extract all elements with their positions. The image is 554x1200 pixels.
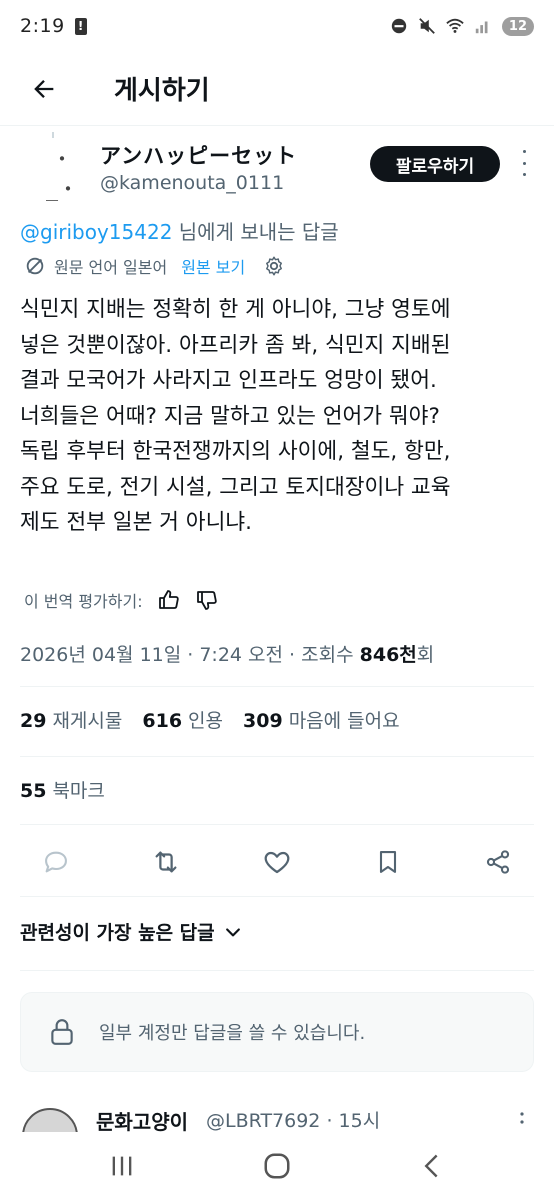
more-options-icon[interactable] (520, 1110, 524, 1132)
post-line: 식민지 지배는 정확히 한 게 아니야, 그냥 영토에 (20, 297, 451, 322)
heart-icon (264, 851, 290, 874)
share-button[interactable] (476, 840, 520, 884)
thumbs-down-icon[interactable] (195, 588, 219, 612)
recent-apps-button[interactable] (102, 1146, 142, 1186)
follow-button[interactable]: 팔로우하기 (370, 146, 500, 182)
gear-icon[interactable] (263, 255, 285, 277)
share-icon (486, 850, 510, 874)
divider (20, 896, 534, 897)
mute-icon (419, 18, 435, 34)
reposts-label: 재게시물 (52, 710, 123, 732)
reply-sort-dropdown[interactable]: 관련성이 가장 높은 답글 (20, 918, 243, 945)
author-handle[interactable]: @kamenouta_0111 (100, 172, 284, 194)
divider (20, 970, 534, 971)
post-line: 제도 전부 일본 거 아니냐. (20, 510, 252, 535)
post-line: 주요 도로, 전기 시설, 그리고 토지대장이나 교육 (20, 474, 451, 500)
wifi-icon (446, 18, 464, 33)
post-author: ・_・ アンハッピーセット @kamenouta_0111 팔로우하기 (0, 132, 554, 204)
status-bar: 2:19 ! 12 (0, 0, 554, 52)
post-line: 독립 후부터 한국전쟁까지의 사이에, 철도, 항만, (20, 439, 451, 464)
home-icon (264, 1153, 290, 1179)
rate-translation: 이 번역 평가하기: (24, 588, 219, 612)
thread-line (52, 132, 54, 138)
page-title: 게시하기 (114, 76, 210, 106)
post-line: 너희들은 어때? 지금 말하고 있는 언어가 뭐야? (20, 403, 440, 429)
notification-count-badge: 12 (501, 16, 534, 36)
reply-item[interactable]: 문화고양이 @LBRT7692 · 15시 (0, 1102, 554, 1132)
engagement-stats: 29 재게시물 616 인용 309 마음에 들어요 (20, 706, 400, 733)
quotes-stat[interactable]: 616 인용 (142, 706, 223, 733)
reply-icon (45, 851, 67, 873)
post-date: 2026년 04월 11일 · 7:24 오전 · 조회수 (20, 644, 360, 666)
divider (20, 686, 534, 687)
reply-author-name[interactable]: 문화고양이 (96, 1106, 188, 1132)
more-options-icon[interactable] (514, 150, 534, 176)
reply-sort-label: 관련성이 가장 높은 답글 (20, 922, 215, 944)
lock-icon (51, 1019, 73, 1045)
do-not-disturb-icon (391, 18, 407, 34)
rate-translation-label: 이 번역 평가하기: (24, 592, 143, 611)
post-actions (0, 840, 554, 884)
post-timestamp: 2026년 04월 11일 · 7:24 오전 · 조회수 846천회 (20, 640, 434, 667)
show-original-link[interactable]: 원본 보기 (181, 254, 245, 278)
reply-restriction-text: 일부 계정만 답글을 쓸 수 있습니다. (99, 1023, 366, 1044)
chevron-left-icon (424, 1154, 438, 1178)
arrow-left-icon (34, 79, 54, 98)
signal-icon (475, 21, 488, 34)
reply-context-label: 님에게 보내는 답글 (172, 220, 339, 244)
view-count[interactable]: 846천 (360, 644, 417, 666)
likes-label: 마음에 들어요 (288, 710, 400, 732)
reply-restriction-notice: 일부 계정만 답글을 쓸 수 있습니다. (20, 992, 534, 1072)
home-button[interactable] (257, 1146, 297, 1186)
avatar[interactable] (22, 1108, 78, 1132)
reply-mention-link[interactable]: @giriboy15422 (20, 220, 172, 244)
divider (20, 756, 534, 757)
repost-icon (155, 851, 177, 873)
thumbs-up-icon[interactable] (157, 588, 181, 612)
reply-author-meta: @LBRT7692 · 15시 (206, 1110, 381, 1132)
divider (20, 824, 534, 825)
bookmark-button[interactable] (366, 840, 410, 884)
view-count-suffix: 회 (416, 644, 435, 666)
translation-info: 원문 언어 일본어 원본 보기 (24, 254, 285, 278)
notification-icon: ! (74, 17, 87, 35)
reposts-stat[interactable]: 29 재게시물 (20, 706, 122, 733)
likes-stat[interactable]: 309 마음에 들어요 (243, 706, 400, 733)
post-line: 넣은 것뿐이잖아. 아프리카 좀 봐, 식민지 지배된 (20, 332, 451, 358)
source-language-label: 원문 언어 일본어 (54, 258, 168, 277)
reply-context: @giriboy15422 님에게 보내는 답글 (20, 216, 339, 245)
bookmarks-label: 북마크 (52, 780, 105, 802)
status-time: 2:19 (20, 15, 65, 37)
post-line: 결과 모국어가 사라지고 인프라도 엉망이 됐어. (20, 368, 437, 393)
avatar[interactable]: ・_・ (42, 144, 82, 201)
bookmarks-count: 55 (20, 780, 47, 802)
post-text: 식민지 지배는 정확히 한 게 아니야, 그냥 영토에 넣은 것뿐이잖아. 아프… (20, 292, 540, 541)
recent-apps-icon (112, 1156, 132, 1176)
author-name[interactable]: アンハッピーセット (100, 140, 297, 170)
repost-button[interactable] (144, 840, 188, 884)
bookmark-icon (379, 851, 397, 873)
translate-icon (26, 257, 44, 275)
back-button[interactable] (22, 67, 66, 111)
top-app-bar: 게시하기 (0, 52, 554, 126)
reposts-count: 29 (20, 710, 47, 732)
likes-count: 309 (243, 710, 283, 732)
reply-button[interactable] (34, 840, 78, 884)
chevron-down-icon (225, 927, 240, 936)
quotes-label: 인용 (188, 710, 224, 732)
bookmarks-stat[interactable]: 55 북마크 (20, 776, 105, 803)
like-button[interactable] (255, 840, 299, 884)
system-navigation-bar (0, 1132, 554, 1200)
quotes-count: 616 (142, 710, 183, 732)
status-icons: 12 (390, 16, 534, 36)
back-nav-button[interactable] (412, 1146, 452, 1186)
